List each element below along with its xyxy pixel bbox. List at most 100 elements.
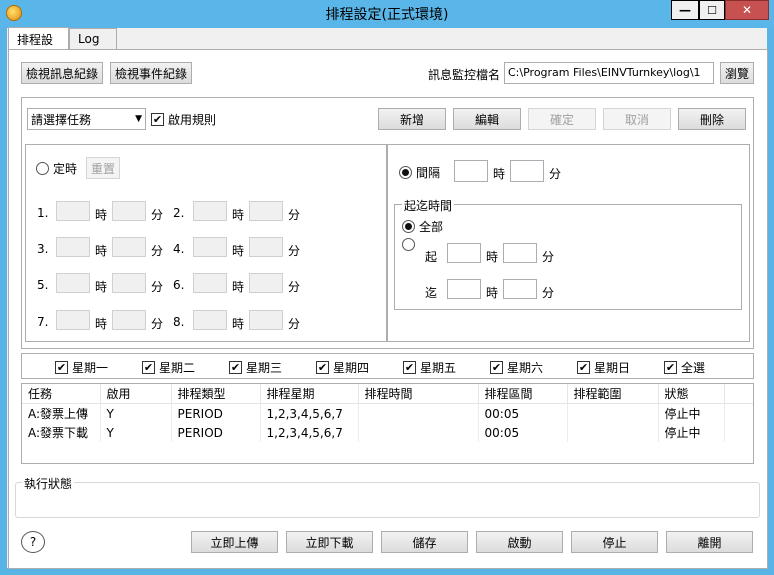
hour-label: 時 [232,244,245,258]
slot-label: 8. [173,315,185,329]
slot-label: 1. [37,206,49,220]
slot-label: 3. [37,242,49,256]
slot-minute-input[interactable] [112,201,146,221]
slot-hour-input[interactable] [56,310,90,330]
hour-label: 時 [95,317,108,331]
interval-hour-input[interactable] [454,160,488,182]
slot-hour-input[interactable] [56,201,90,221]
range-start-minute-input[interactable] [503,243,537,263]
radio-selected-icon [399,166,412,179]
execution-status-group [15,482,760,518]
upload-now-button[interactable]: 立即上傳 [191,531,278,553]
day-checkbox-monday[interactable]: ✔ 星期一 [55,359,108,376]
day-checkbox-saturday[interactable]: ✔ 星期六 [490,359,543,376]
cell-type: PERIOD [171,423,261,442]
cancel-button[interactable]: 取消 [603,108,671,130]
monitor-file-label: 訊息監控檔名 [428,68,501,82]
exit-button[interactable]: 離開 [666,531,753,553]
browse-button[interactable]: 瀏覽 [720,62,754,84]
cell-interval: 00:05 [478,403,568,423]
column-header[interactable]: 排程時間 [358,384,479,404]
range-end-label: 迄 [425,286,438,300]
confirm-button[interactable]: 確定 [528,108,596,130]
slot-hour-input[interactable] [193,201,227,221]
minute-label: 分 [288,244,301,258]
interval-minute-label: 分 [549,167,562,181]
table-row[interactable]: A:發票下載 Y PERIOD 1,2,3,4,5,6,7 00:05 停止中 [22,423,753,442]
edit-button[interactable]: 編輯 [453,108,521,130]
select-all-checkbox[interactable]: ✔ 全選 [664,359,705,376]
day-checkbox-friday[interactable]: ✔ 星期五 [403,359,456,376]
interval-radio[interactable]: 間隔 [399,164,440,181]
save-button[interactable]: 儲存 [381,531,468,553]
download-now-button[interactable]: 立即下載 [286,531,373,553]
slot-minute-input[interactable] [249,201,283,221]
range-start-hour-input[interactable] [447,243,481,263]
range-all-radio[interactable]: 全部 [402,218,443,235]
day-checkbox-sunday[interactable]: ✔ 星期日 [577,359,630,376]
minimize-button[interactable]: — [671,0,699,20]
cell-weekdays: 1,2,3,4,5,6,7 [260,403,359,423]
title-bar: 排程設定(正式環境) — ☐ ✕ [0,0,774,28]
slot-hour-input[interactable] [56,273,90,293]
range-end-minute-input[interactable] [503,279,537,299]
slot-hour-input[interactable] [193,310,227,330]
column-header[interactable]: 排程星期 [260,384,359,404]
day-checkbox-thursday[interactable]: ✔ 星期四 [316,359,369,376]
cell-type: PERIOD [171,403,261,423]
minute-label: 分 [151,208,164,222]
slot-hour-input[interactable] [193,237,227,257]
column-header[interactable]: 排程類型 [171,384,261,404]
slot-minute-input[interactable] [249,237,283,257]
day-checkbox-tuesday[interactable]: ✔ 星期二 [142,359,195,376]
cell-enabled: Y [100,423,172,442]
time-range-title: 起迄時間 [402,197,455,214]
slot-hour-input[interactable] [193,273,227,293]
task-select[interactable]: 請選擇任務 ▼ [27,108,146,130]
slot-minute-input[interactable] [249,310,283,330]
help-icon[interactable]: ? [21,531,45,553]
slot-label: 6. [173,278,185,292]
checkbox-icon: ✔ [577,361,590,374]
slot-minute-input[interactable] [112,273,146,293]
view-event-log-button[interactable]: 檢視事件紀錄 [110,62,192,84]
checkbox-icon: ✔ [55,361,68,374]
slot-label: 2. [173,206,185,220]
range-end-hour-input[interactable] [447,279,481,299]
enable-rule-checkbox[interactable]: ✔ 啟用規則 [151,111,216,128]
day-label: 星期六 [507,361,544,375]
table-row[interactable]: A:發票上傳 Y PERIOD 1,2,3,4,5,6,7 00:05 停止中 [22,403,753,423]
checkbox-icon: ✔ [151,113,164,126]
checkbox-icon: ✔ [664,361,677,374]
maximize-button[interactable]: ☐ [699,0,725,20]
slot-minute-input[interactable] [112,310,146,330]
cell-enabled: Y [100,403,172,423]
fixed-time-radio[interactable]: 定時 [36,160,77,177]
range-custom-radio[interactable] [402,238,415,251]
column-header[interactable]: 排程區間 [478,384,568,404]
slot-minute-input[interactable] [249,273,283,293]
minute-label: 分 [151,244,164,258]
view-message-log-button[interactable]: 檢視訊息紀錄 [21,62,103,84]
column-header[interactable]: 啟用 [100,384,172,404]
column-header[interactable]: 排程範圍 [567,384,659,404]
slot-minute-input[interactable] [112,237,146,257]
tab-schedule[interactable]: 排程設定 [8,27,69,64]
column-header[interactable]: 任務 [22,384,101,404]
reset-button[interactable]: 重置 [86,157,120,179]
interval-minute-input[interactable] [510,160,544,182]
add-button[interactable]: 新增 [378,108,446,130]
day-checkbox-wednesday[interactable]: ✔ 星期三 [229,359,282,376]
hour-label: 時 [95,280,108,294]
slot-hour-input[interactable] [56,237,90,257]
tab-log[interactable]: Log [69,28,117,50]
stop-button[interactable]: 停止 [571,531,658,553]
day-label: 星期五 [420,361,457,375]
minute-label: 分 [288,317,301,331]
monitor-path-input[interactable]: C:\Program Files\EINVTurnkey\log\1 [504,62,714,84]
close-button[interactable]: ✕ [725,0,769,20]
minute-label: 分 [288,208,301,222]
delete-button[interactable]: 刪除 [678,108,746,130]
column-header[interactable]: 狀態 [658,384,725,404]
start-button[interactable]: 啟動 [476,531,563,553]
